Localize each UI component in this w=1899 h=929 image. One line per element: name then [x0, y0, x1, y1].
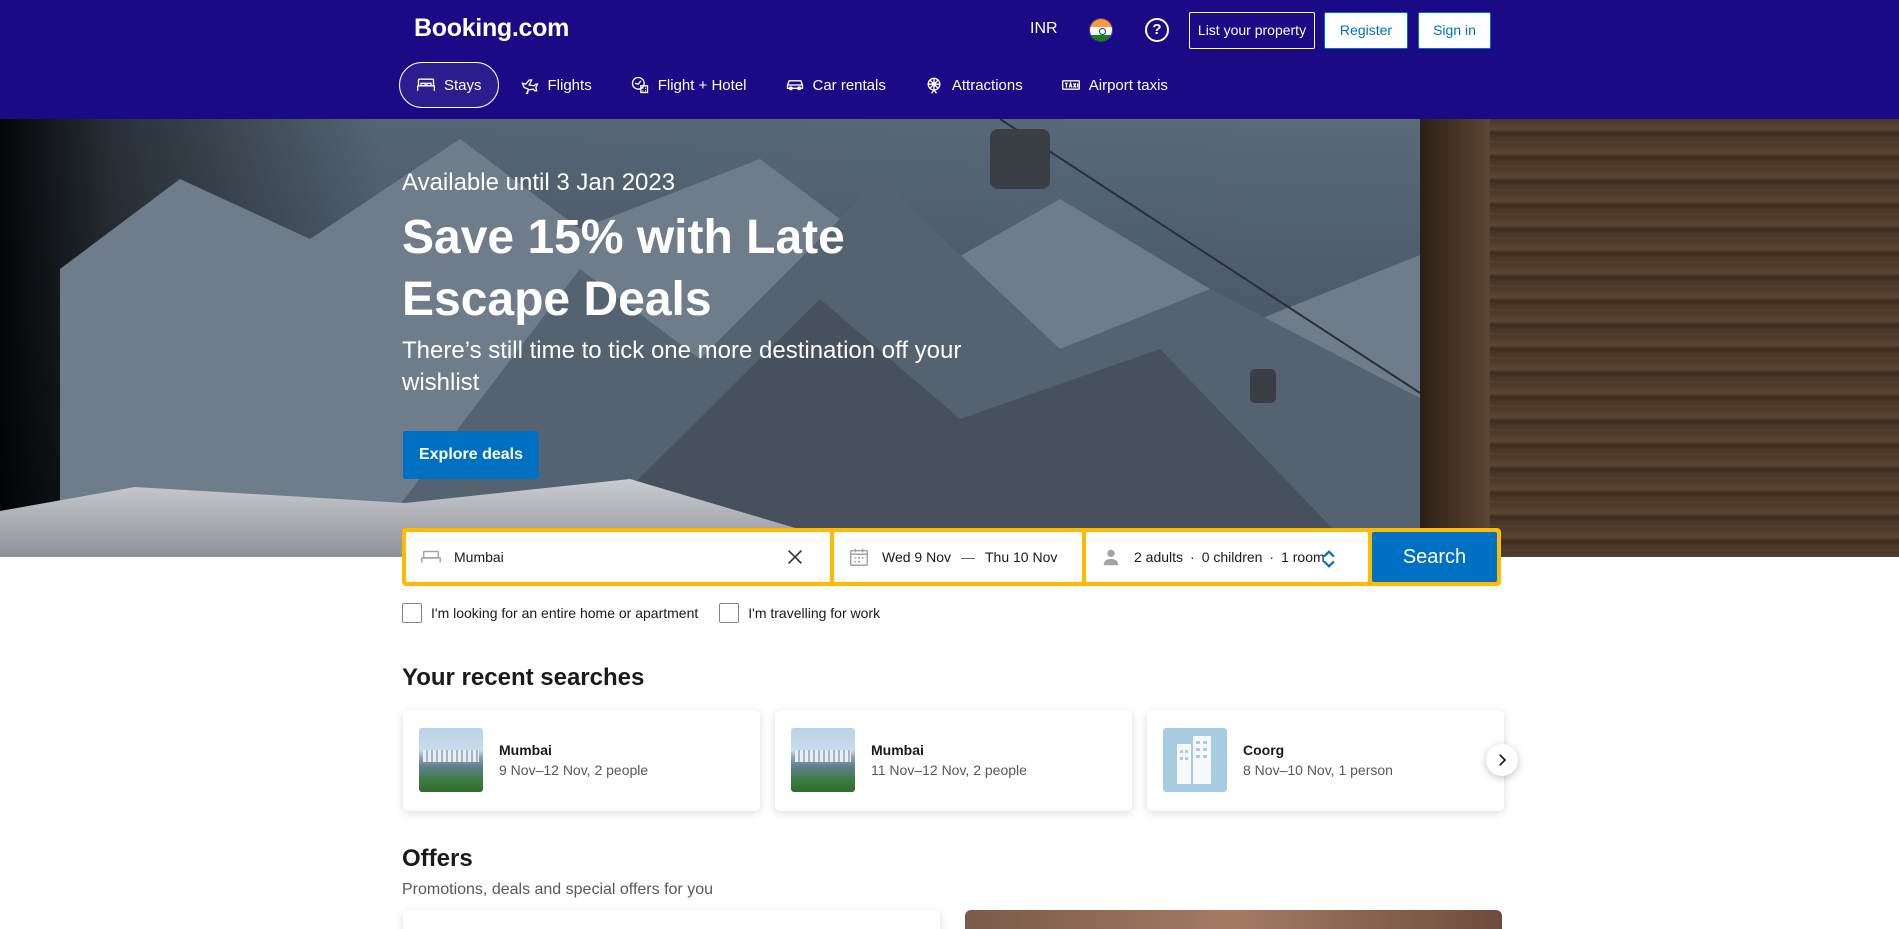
carousel-next-button[interactable] [1486, 744, 1518, 776]
flight-hotel-icon [631, 76, 648, 94]
entire-home-label: I'm looking for an entire home or apartm… [431, 605, 699, 621]
recent-search-meta: 11 Nov–12 Nov, 2 people [871, 762, 1027, 778]
offers-subtitle: Promotions, deals and special offers for… [402, 881, 713, 898]
separator-dot: · [1269, 549, 1275, 565]
nav-label: Airport taxis [1088, 76, 1168, 94]
nav-label: Flight + Hotel [657, 76, 747, 94]
nav-tab-attractions[interactable]: Attractions [907, 62, 1040, 108]
nav-tab-car-rentals[interactable]: Car rentals [768, 62, 903, 108]
calendar-icon [850, 548, 868, 566]
taxi-icon [1061, 80, 1080, 90]
mumbai-skyline-image [791, 728, 855, 792]
wooden-chalet-image [1420, 119, 1899, 557]
car-icon [786, 80, 803, 91]
recent-search-name: Mumbai [499, 742, 552, 758]
nav-label: Attractions [951, 76, 1023, 94]
booking-logo[interactable]: Booking.com [414, 14, 569, 43]
recent-search-card[interactable]: Mumbai 11 Nov–12 Nov, 2 people [775, 710, 1132, 811]
sign-in-button[interactable]: Sign in [1418, 12, 1491, 49]
adults-count: 2 adults [1134, 549, 1184, 565]
offers-title: Offers [402, 845, 473, 872]
help-icon[interactable]: ? [1145, 18, 1169, 42]
nav-tab-flight-hotel[interactable]: Flight + Hotel [613, 62, 764, 108]
hero-banner: Available until 3 Jan 2023 Save 15% with… [0, 119, 1899, 557]
entire-home-checkbox[interactable] [402, 603, 422, 623]
date-range-field[interactable]: Wed 9 Nov — Thu 10 Nov [834, 532, 1082, 582]
search-button[interactable]: Search [1372, 532, 1497, 582]
explore-deals-button[interactable]: Explore deals [403, 431, 539, 479]
recent-search-meta: 9 Nov–12 Nov, 2 people [499, 762, 649, 778]
list-property-button[interactable]: List your property [1189, 12, 1315, 49]
bed-icon [421, 550, 441, 563]
work-travel-checkbox[interactable] [719, 603, 740, 623]
nav-tab-airport-taxis[interactable]: Airport taxis [1044, 62, 1185, 108]
nav-tab-stays[interactable]: Stays [399, 62, 499, 108]
clear-icon[interactable] [784, 546, 806, 568]
register-button[interactable]: Register [1324, 12, 1408, 49]
checkout-date: Thu 10 Nov [985, 549, 1058, 565]
offer-card-image[interactable] [965, 910, 1502, 929]
chevron-right-icon [1499, 754, 1507, 766]
hero-subtitle: Available until 3 Jan 2023 [402, 169, 676, 196]
mumbai-skyline-image [419, 728, 483, 792]
destination-value: Mumbai [454, 549, 504, 565]
india-flag-icon[interactable] [1089, 18, 1113, 42]
nav-tab-flights[interactable]: Flights [503, 62, 609, 108]
hero-title: Save 15% with Late Escape Deals [402, 211, 845, 326]
children-count: 0 children [1201, 549, 1263, 565]
main-nav: Stays Flights Flight + Hotel Car rentals… [399, 62, 1189, 108]
nav-label: Stays [444, 76, 482, 94]
recent-search-meta: 8 Nov–10 Nov, 1 person [1243, 762, 1393, 778]
work-travel-label: I'm travelling for work [748, 605, 881, 621]
currency-selector[interactable]: INR [1030, 20, 1058, 38]
separator-dot: · [1190, 549, 1195, 565]
search-options: I'm looking for an entire home or apartm… [402, 603, 901, 623]
destination-field[interactable]: Mumbai [406, 532, 830, 582]
recent-searches-title: Your recent searches [402, 664, 645, 691]
buildings-icon [1163, 728, 1227, 792]
offer-card[interactable] [403, 910, 940, 929]
work-travel-option[interactable]: I'm travelling for work [719, 603, 880, 623]
recent-search-card[interactable]: Mumbai 9 Nov–12 Nov, 2 people [403, 710, 760, 811]
chevron-updown-icon [1323, 550, 1335, 568]
recent-search-name: Mumbai [871, 742, 924, 758]
person-icon [1103, 549, 1119, 566]
date-separator: — [961, 549, 975, 565]
checkin-date: Wed 9 Nov [882, 549, 951, 565]
guests-field[interactable]: 2 adults · 0 children · 1 room [1086, 532, 1368, 582]
nav-label: Car rentals [812, 76, 886, 94]
recent-search-name: Coorg [1243, 742, 1285, 758]
top-header: Booking.com INR ? List your property Reg… [0, 0, 1899, 119]
attractions-icon [927, 77, 941, 94]
nav-label: Flights [547, 76, 592, 94]
search-bar: Mumbai Wed 9 Nov — Thu 10 Nov 2 adults ·… [402, 528, 1501, 586]
plane-icon [520, 79, 539, 94]
bed-icon [417, 78, 435, 91]
entire-home-option[interactable]: I'm looking for an entire home or apartm… [402, 603, 698, 623]
hero-description: There’s still time to tick one more dest… [402, 337, 962, 396]
recent-search-card[interactable]: Coorg 8 Nov–10 Nov, 1 person [1147, 710, 1504, 811]
